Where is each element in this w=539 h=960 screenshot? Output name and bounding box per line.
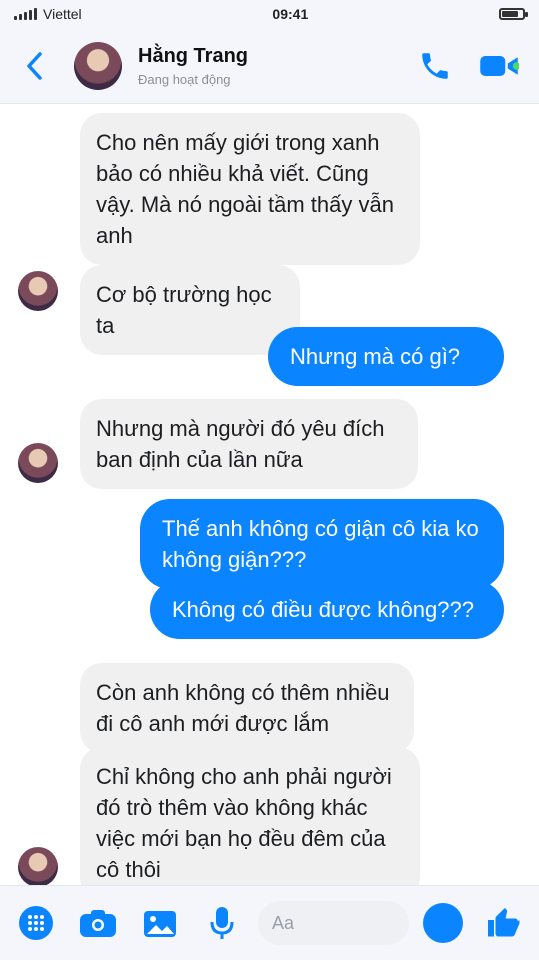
sender-avatar: [18, 271, 58, 311]
message-input[interactable]: Aa: [258, 901, 409, 945]
grid-dots-icon[interactable]: [14, 901, 58, 945]
battery-level-fill: [501, 11, 518, 17]
phone-icon[interactable]: [413, 44, 457, 88]
contact-avatar[interactable]: [74, 41, 122, 90]
carrier-label: Viettel: [43, 6, 82, 22]
message-thread[interactable]: Cho nên mấy giới trong xanh bảo có nhiều…: [0, 105, 539, 899]
incoming-message[interactable]: Cho nên mấy giới trong xanh bảo có nhiều…: [80, 113, 420, 265]
outgoing-message[interactable]: Thế anh không có giận cô kia ko không gi…: [140, 499, 504, 589]
emoji-icon[interactable]: [423, 903, 463, 943]
incoming-message[interactable]: Cơ bộ trường học ta: [80, 265, 300, 355]
back-icon[interactable]: [14, 28, 54, 104]
signal-icon: [14, 8, 37, 20]
status-bar: Viettel 09:41: [0, 0, 539, 28]
status-left: Viettel: [14, 6, 82, 22]
status-right: [498, 8, 528, 20]
image-icon[interactable]: [138, 901, 182, 945]
contact-info[interactable]: Hằng Trang Đang hoạt động: [138, 45, 413, 87]
camera-icon[interactable]: [76, 901, 120, 945]
chat-header: Hằng Trang Đang hoạt động: [0, 28, 539, 104]
incoming-message[interactable]: Chỉ không cho anh phải người đó trò thêm…: [80, 747, 420, 899]
messenger-chat-screen: Viettel 09:41 Hằng Trang Đang hoạt động …: [0, 0, 539, 960]
incoming-message[interactable]: Nhưng mà người đó yêu đích ban định của …: [80, 399, 418, 489]
thumbs-up-icon[interactable]: [481, 901, 525, 945]
outgoing-message[interactable]: Nhưng mà có gì?: [268, 327, 504, 386]
composer-bar: Aa: [0, 885, 539, 960]
sender-avatar: [18, 847, 58, 887]
contact-status: Đang hoạt động: [138, 71, 231, 87]
microphone-icon[interactable]: [200, 901, 244, 945]
status-time: 09:41: [272, 6, 309, 22]
video-camera-icon[interactable]: [477, 44, 521, 88]
sender-avatar: [18, 443, 58, 483]
battery-icon: [498, 8, 528, 20]
contact-name: Hằng Trang: [138, 44, 249, 67]
outgoing-message[interactable]: Không có điều được không???: [150, 580, 504, 639]
incoming-message[interactable]: Còn anh không có thêm nhiều đi cô anh mớ…: [80, 663, 414, 753]
